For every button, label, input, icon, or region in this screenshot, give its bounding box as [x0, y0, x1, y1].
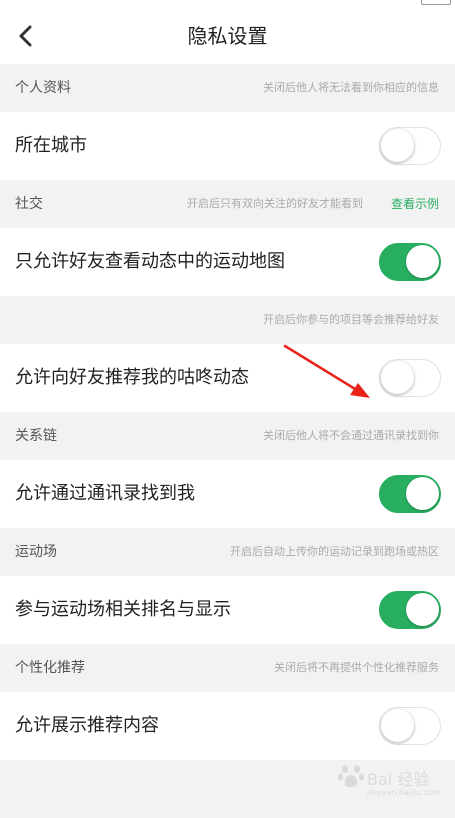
setting-row-recommend-content[interactable]: 允许展示推荐内容 — [0, 692, 455, 760]
setting-label: 允许通过通讯录找到我 — [15, 483, 195, 504]
toggle-knob — [406, 477, 439, 510]
section-header-profile: 个人资料 关闭后他人将无法看到你相应的信息 — [0, 64, 455, 112]
setting-row-recommend-activity[interactable]: 允许向好友推荐我的咕咚动态 — [0, 344, 455, 412]
city-visibility-toggle[interactable] — [379, 127, 441, 165]
section-hint: 开启后你参与的项目等会推荐给好友 — [263, 313, 439, 326]
find-by-contacts-toggle[interactable] — [379, 475, 441, 513]
section-title: 个人资料 — [15, 80, 71, 96]
toggle-knob — [381, 709, 414, 742]
watermark-brand: Bai 经验 — [367, 770, 430, 789]
section-header-social: 社交 开启后只有双向关注的好友才能看到 查看示例 — [0, 180, 455, 228]
setting-label: 允许向好友推荐我的咕咚动态 — [15, 367, 249, 388]
setting-label: 所在城市 — [15, 135, 87, 156]
toggle-knob — [381, 129, 414, 162]
navigation-bar: 隐私设置 — [0, 8, 455, 64]
section-hint: 关闭后他人将不会通过通讯录找到你 — [263, 429, 439, 442]
setting-label: 允许展示推荐内容 — [15, 715, 159, 736]
toggle-knob — [406, 593, 439, 626]
setting-row-ranking[interactable]: 参与运动场相关排名与显示 — [0, 576, 455, 644]
section-title: 关系链 — [15, 428, 57, 444]
back-chevron-icon[interactable] — [14, 22, 38, 50]
section-hint: 开启后自动上传你的运动记录到跑场或热区 — [230, 545, 439, 558]
setting-label: 参与运动场相关排名与显示 — [15, 599, 231, 620]
section-header-sports-field: 运动场 开启后自动上传你的运动记录到跑场或热区 — [0, 528, 455, 576]
toggle-knob — [406, 245, 439, 278]
section-hint: 关闭后他人将无法看到你相应的信息 — [263, 81, 439, 94]
section-header-recommend-friends: 开启后你参与的项目等会推荐给好友 — [0, 296, 455, 344]
recommend-activity-toggle[interactable] — [379, 359, 441, 397]
baidu-watermark: Bai 经验 jingyan.baidu.com — [337, 754, 441, 804]
section-header-personalization: 个性化推荐 关闭后将不再提供个性化推荐服务 — [0, 644, 455, 692]
section-header-relationship: 关系链 关闭后他人将不会通过通讯录找到你 — [0, 412, 455, 460]
toggle-knob — [381, 361, 414, 394]
section-hint: 关闭后将不再提供个性化推荐服务 — [274, 661, 439, 674]
setting-row-city[interactable]: 所在城市 — [0, 112, 455, 180]
recommend-content-toggle[interactable] — [379, 707, 441, 745]
setting-label: 只允许好友查看动态中的运动地图 — [15, 251, 285, 272]
setting-row-contacts[interactable]: 允许通过通讯录找到我 — [0, 460, 455, 528]
friends-only-map-toggle[interactable] — [379, 243, 441, 281]
watermark-url: jingyan.baidu.com — [367, 788, 441, 797]
view-example-link[interactable]: 查看示例 — [391, 180, 439, 228]
section-title: 个性化推荐 — [15, 660, 85, 676]
battery-icon — [421, 0, 451, 5]
section-hint: 开启后只有双向关注的好友才能看到 — [187, 197, 363, 210]
setting-row-friends-map[interactable]: 只允许好友查看动态中的运动地图 — [0, 228, 455, 296]
page-title: 隐私设置 — [187, 24, 268, 48]
section-title: 运动场 — [15, 544, 57, 560]
ranking-display-toggle[interactable] — [379, 591, 441, 629]
paw-logo-icon — [338, 765, 364, 788]
section-title: 社交 — [15, 196, 43, 212]
status-bar — [0, 0, 455, 8]
